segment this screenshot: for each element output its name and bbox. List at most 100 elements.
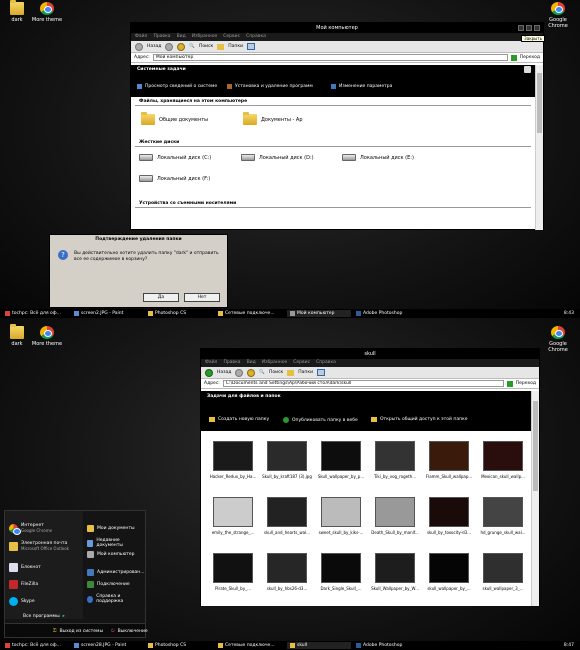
vertical-scrollbar[interactable] [535,65,543,230]
close-button[interactable] [534,25,540,31]
task-adobe-photoshop[interactable]: Adobe Photoshop [353,310,423,317]
file-item[interactable]: Flamm_Skull_wallpap... [423,441,475,491]
desktop-icon-more-theme[interactable]: More theme [30,2,64,23]
folders-button[interactable]: Папки [228,44,243,49]
menu-file[interactable]: Файл [205,359,217,367]
menu-tools[interactable]: Сервис [293,359,310,367]
window-titlebar[interactable]: skull [201,349,539,359]
drive-d[interactable]: Локальный диск (D:) [241,154,314,161]
file-item[interactable]: Dark_Single_Skull_... [315,553,367,603]
task-add-remove[interactable]: Установка и удаление программ [227,84,313,89]
file-item[interactable]: emily_the_strange_... [207,497,259,547]
desktop-icon-dark[interactable]: dark [0,0,34,23]
back-arrow-icon[interactable] [135,42,143,51]
address-input[interactable]: Мой компьютер [152,54,508,61]
desktop-icon-google-chrome[interactable]: Google Chrome [541,326,575,353]
task-paint[interactable]: screen2.JPG - Paint [71,310,143,317]
go-button[interactable]: Переход [516,381,536,386]
file-item[interactable]: Skull_Wallpaper_by_W... [369,553,421,603]
file-item[interactable]: Tiki_by_vog_rogeth... [369,441,421,491]
search-button[interactable]: Поиск [269,370,283,375]
task-publish-web[interactable]: Опубликовать папку в вебе [283,417,358,423]
menu-file[interactable]: Файл [135,33,147,41]
drive-c[interactable]: Локальный диск (C:) [139,154,211,161]
start-pinned-filezilla[interactable]: FileZilla [9,580,38,589]
folders-button[interactable]: Папки [298,370,313,375]
file-item[interactable]: Skull_by_kraft187 (3).jpg [261,441,313,491]
shared-documents-item[interactable]: Общие документы [141,112,208,125]
back-arrow-icon[interactable] [205,368,213,377]
vertical-scrollbar[interactable] [531,391,539,606]
desktop-icon-dark[interactable]: dark [0,324,34,347]
place-help[interactable]: Справка и поддержка [87,594,143,604]
minimize-button[interactable] [518,25,524,31]
window-titlebar[interactable]: Мой компьютер [131,23,543,33]
task-network[interactable]: Сетевые подключе... [215,642,285,649]
up-folder-icon[interactable] [247,368,256,377]
task-adobe-photoshop[interactable]: Adobe Photoshop [353,642,423,649]
all-programs-button[interactable]: Все программы ▸ [23,614,65,619]
desktop-icon-more-theme[interactable]: More theme [30,326,64,347]
task-network[interactable]: Сетевые подключе... [215,310,285,317]
place-connect[interactable]: Подключение [87,581,130,588]
menu-view[interactable]: Вид [247,359,256,367]
task-my-computer[interactable]: Мой компьютер [287,310,351,317]
file-item[interactable]: skull_by_hbs26-d3... [261,553,313,603]
start-pinned-email[interactable]: Электронная почта Microsoft Office Outloo… [9,541,69,551]
task-tochpc[interactable]: tochpc: Всё для оф... [2,642,69,649]
search-button[interactable]: Поиск [199,44,213,49]
clock[interactable]: 8:43 [564,311,580,316]
menu-edit[interactable]: Правка [223,359,240,367]
file-item[interactable]: skull_wallpaper_3_... [477,553,529,603]
menu-help[interactable]: Справка [246,33,266,41]
task-system-info[interactable]: Просмотр сведений о системе [137,84,217,89]
desktop-icon-google-chrome[interactable]: Google Chrome [541,2,575,29]
go-button[interactable]: Переход [520,55,540,60]
clock[interactable]: 8:47 [564,643,580,648]
task-photoshop-cs[interactable]: Photoshop CS [145,642,213,649]
logoff-button[interactable]: ⚿ Выход из системы [53,628,103,635]
place-my-computer[interactable]: Мой компьютер [87,551,135,558]
file-item[interactable]: skull_wallpaper_by_... [423,553,475,603]
yes-button[interactable]: Да [143,293,179,302]
forward-arrow-icon[interactable] [165,42,174,51]
file-item[interactable]: hd_grunge_skull_wal... [477,497,529,547]
menu-favorites[interactable]: Избранное [262,359,288,367]
scrollbar-thumb[interactable] [533,401,538,491]
collapse-icon[interactable] [524,66,531,73]
go-arrow-icon[interactable] [510,54,517,61]
file-item[interactable]: Mexican_skull_wallp... [477,441,529,491]
menu-help[interactable]: Справка [316,359,336,367]
shutdown-button[interactable]: ⏻ Выключение [111,628,148,635]
place-recent-documents[interactable]: Недавние документы [87,538,143,548]
start-pinned-notepad[interactable]: Блокнот [9,563,41,572]
forward-arrow-icon[interactable] [235,368,244,377]
file-item[interactable]: Death_Skull_by_manif... [369,497,421,547]
task-photoshop-cs[interactable]: Photoshop CS [145,310,213,317]
menu-edit[interactable]: Правка [153,33,170,41]
start-pinned-internet[interactable]: Интернет Google Chrome [9,523,52,535]
file-item[interactable]: skull_by_toxocity-d3... [423,497,475,547]
task-paint[interactable]: screen28.JPG - Paint [71,642,143,649]
file-item[interactable]: Pirate_Skull_by_... [207,553,259,603]
back-button[interactable]: Назад [147,44,161,49]
place-my-documents[interactable]: Мои документы [87,525,135,532]
file-item[interactable]: Hacker_Redux_by_Ha... [207,441,259,491]
drive-f[interactable]: Локальный диск (F:) [139,175,210,182]
views-icon[interactable] [317,369,326,376]
up-folder-icon[interactable] [177,42,186,51]
views-icon[interactable] [247,43,256,50]
go-arrow-icon[interactable] [506,380,513,387]
task-share-folder[interactable]: Открыть общий доступ к этой папке [371,417,468,422]
menu-view[interactable]: Вид [177,33,186,41]
maximize-button[interactable] [526,25,532,31]
task-new-folder[interactable]: Создать новую папку [209,417,269,422]
file-item[interactable]: sweet_skull_by_kiks-... [315,497,367,547]
start-pinned-skype[interactable]: Skype [9,597,35,606]
back-button[interactable]: Назад [217,370,231,375]
drive-e[interactable]: Локальный диск (E:) [342,154,414,161]
task-tochpc[interactable]: tochpc: Всё для оф... [2,310,69,317]
task-change-setting[interactable]: Изменение параметра [331,84,392,89]
file-item[interactable]: Skull_wallpaper_by_p... [315,441,367,491]
no-button[interactable]: Нет [184,293,220,302]
